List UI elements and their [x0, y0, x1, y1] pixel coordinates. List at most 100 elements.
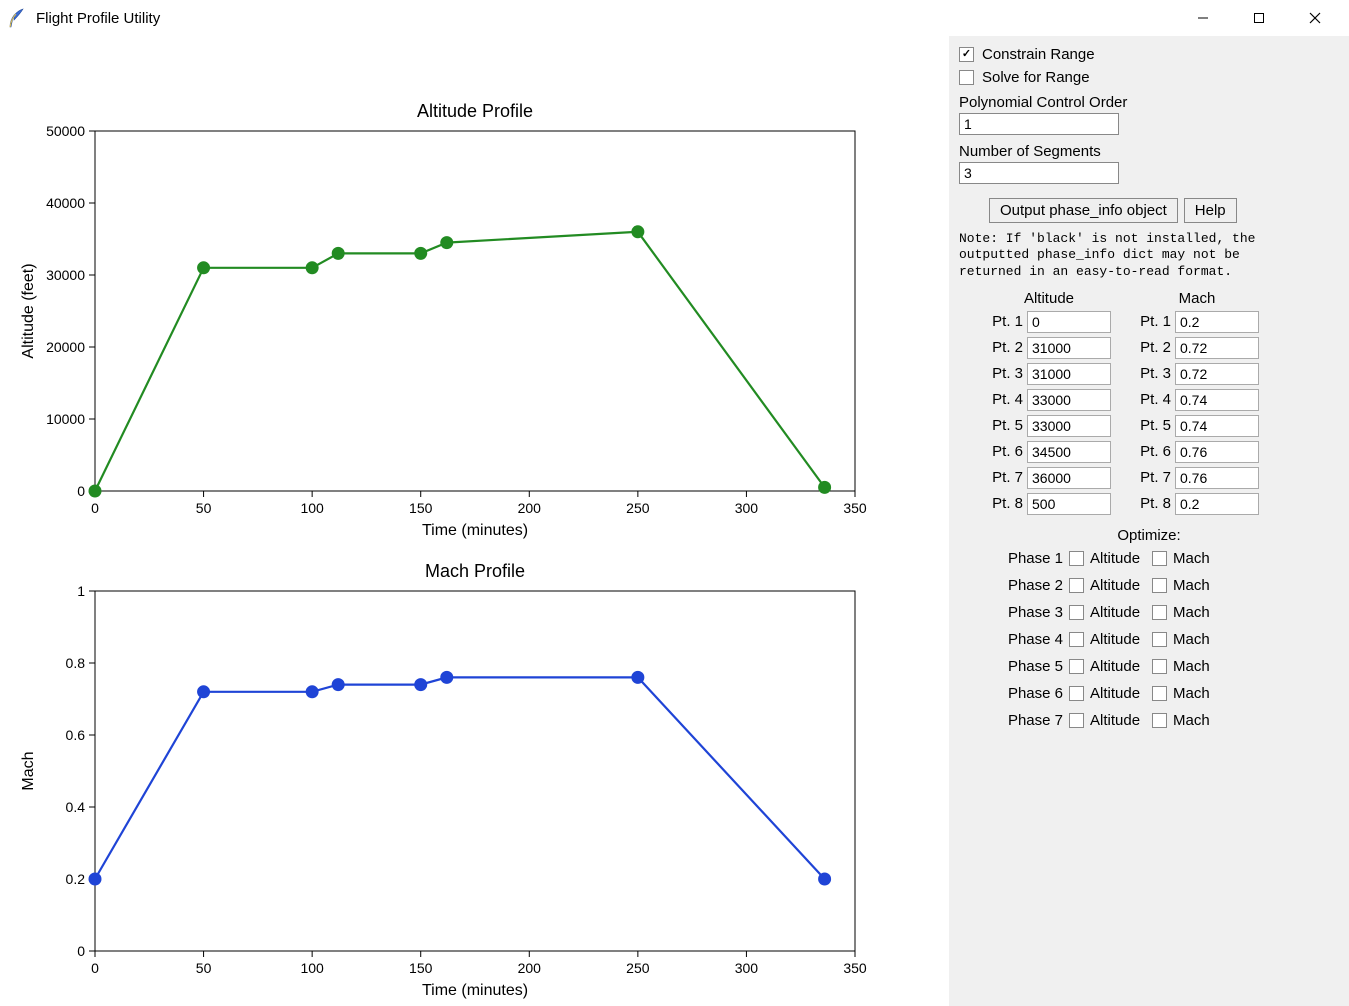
opt-mach-label: Mach	[1173, 604, 1210, 621]
phase-1-opt-altitude-checkbox[interactable]	[1069, 551, 1084, 566]
point-label: Pt. 3	[1135, 365, 1171, 382]
mach-point-row: Pt. 6	[1135, 441, 1259, 463]
opt-altitude-label: Altitude	[1090, 631, 1140, 648]
app-feather-icon	[6, 8, 26, 28]
phase-6-opt-mach-checkbox[interactable]	[1152, 686, 1167, 701]
close-button[interactable]	[1287, 0, 1343, 36]
svg-text:40000: 40000	[46, 195, 85, 211]
minimize-button[interactable]	[1175, 0, 1231, 36]
mach-point-input-6[interactable]	[1175, 441, 1259, 463]
point-label: Pt. 3	[987, 365, 1023, 382]
altitude-point-input-5[interactable]	[1027, 415, 1111, 437]
mach-point-input-5[interactable]	[1175, 415, 1259, 437]
svg-text:1: 1	[77, 583, 85, 599]
svg-text:50000: 50000	[46, 123, 85, 139]
point-label: Pt. 4	[1135, 391, 1171, 408]
phase-7-opt-mach-checkbox[interactable]	[1152, 713, 1167, 728]
mach-point-input-3[interactable]	[1175, 363, 1259, 385]
mach-point-input-1[interactable]	[1175, 311, 1259, 333]
altitude-point-input-7[interactable]	[1027, 467, 1111, 489]
svg-text:0.2: 0.2	[66, 871, 86, 887]
phase-5-opt-mach-checkbox[interactable]	[1152, 659, 1167, 674]
solve-range-checkbox[interactable]: Solve for Range	[959, 69, 1339, 86]
phase-4-opt-altitude-checkbox[interactable]	[1069, 632, 1084, 647]
point-label: Pt. 2	[1135, 339, 1171, 356]
phase-label: Phase 4	[1003, 631, 1063, 648]
phase-label: Phase 2	[1003, 577, 1063, 594]
altitude-point-input-6[interactable]	[1027, 441, 1111, 463]
output-phase-info-button[interactable]: Output phase_info object	[989, 198, 1178, 223]
charts-canvas[interactable]: 0501001502002503003500100002000030000400…	[0, 36, 949, 1006]
phase-3-opt-mach-checkbox[interactable]	[1152, 605, 1167, 620]
altitude-point-input-3[interactable]	[1027, 363, 1111, 385]
mach-point-row: Pt. 8	[1135, 493, 1259, 515]
phase-4-opt-mach-checkbox[interactable]	[1152, 632, 1167, 647]
maximize-button[interactable]	[1231, 0, 1287, 36]
svg-text:350: 350	[843, 500, 867, 516]
mach-point-input-4[interactable]	[1175, 389, 1259, 411]
opt-mach-label: Mach	[1173, 577, 1210, 594]
point-label: Pt. 1	[1135, 313, 1171, 330]
opt-mach-label: Mach	[1173, 658, 1210, 675]
svg-text:0: 0	[91, 500, 99, 516]
constrain-range-label: Constrain Range	[982, 46, 1095, 63]
window-title: Flight Profile Utility	[36, 10, 160, 27]
point-label: Pt. 7	[987, 469, 1023, 486]
opt-mach-label: Mach	[1173, 631, 1210, 648]
mach-point-input-2[interactable]	[1175, 337, 1259, 359]
opt-altitude-label: Altitude	[1090, 550, 1140, 567]
svg-text:Mach Profile: Mach Profile	[425, 561, 525, 581]
opt-altitude-label: Altitude	[1090, 685, 1140, 702]
phase-3-opt-altitude-checkbox[interactable]	[1069, 605, 1084, 620]
altitude-header: Altitude	[987, 290, 1111, 307]
svg-text:0: 0	[77, 483, 85, 499]
altitude-point-row: Pt. 7	[987, 467, 1111, 489]
mach-point-row: Pt. 5	[1135, 415, 1259, 437]
phase-2-opt-altitude-checkbox[interactable]	[1069, 578, 1084, 593]
phase-label: Phase 3	[1003, 604, 1063, 621]
num-segments-input[interactable]	[959, 162, 1119, 184]
opt-mach-label: Mach	[1173, 685, 1210, 702]
svg-text:Mach: Mach	[20, 751, 37, 790]
svg-text:50: 50	[196, 960, 212, 976]
point-label: Pt. 4	[987, 391, 1023, 408]
constrain-range-checkbox[interactable]: Constrain Range	[959, 46, 1339, 63]
altitude-point-row: Pt. 6	[987, 441, 1111, 463]
point-label: Pt. 6	[987, 443, 1023, 460]
point-label: Pt. 5	[1135, 417, 1171, 434]
phase-6-opt-altitude-checkbox[interactable]	[1069, 686, 1084, 701]
svg-text:250: 250	[626, 960, 650, 976]
phase-5-opt-altitude-checkbox[interactable]	[1069, 659, 1084, 674]
altitude-point-input-8[interactable]	[1027, 493, 1111, 515]
help-button[interactable]: Help	[1184, 198, 1237, 223]
opt-mach-label: Mach	[1173, 712, 1210, 729]
svg-text:0.4: 0.4	[66, 799, 86, 815]
phase-1-opt-mach-checkbox[interactable]	[1152, 551, 1167, 566]
altitude-point-row: Pt. 8	[987, 493, 1111, 515]
titlebar: Flight Profile Utility	[0, 0, 1349, 36]
mach-point-input-7[interactable]	[1175, 467, 1259, 489]
point-label: Pt. 8	[1135, 495, 1171, 512]
svg-text:Time (minutes): Time (minutes)	[422, 522, 528, 539]
optimize-phase-row: Phase 7AltitudeMach	[1003, 712, 1339, 729]
phase-label: Phase 7	[1003, 712, 1063, 729]
altitude-point-input-4[interactable]	[1027, 389, 1111, 411]
svg-text:300: 300	[735, 960, 759, 976]
optimize-phase-row: Phase 5AltitudeMach	[1003, 658, 1339, 675]
altitude-point-input-1[interactable]	[1027, 311, 1111, 333]
mach-point-input-8[interactable]	[1175, 493, 1259, 515]
phase-2-opt-mach-checkbox[interactable]	[1152, 578, 1167, 593]
num-segments-label: Number of Segments	[959, 143, 1339, 160]
poly-order-input[interactable]	[959, 113, 1119, 135]
solve-range-label: Solve for Range	[982, 69, 1090, 86]
optimize-header: Optimize:	[959, 527, 1339, 544]
mach-point-row: Pt. 1	[1135, 311, 1259, 333]
phase-7-opt-altitude-checkbox[interactable]	[1069, 713, 1084, 728]
altitude-point-input-2[interactable]	[1027, 337, 1111, 359]
opt-altitude-label: Altitude	[1090, 604, 1140, 621]
install-note: Note: If 'black' is not installed, the o…	[959, 231, 1339, 280]
svg-text:Altitude Profile: Altitude Profile	[417, 101, 533, 121]
svg-text:0: 0	[91, 960, 99, 976]
svg-text:Time (minutes): Time (minutes)	[422, 982, 528, 999]
mach-header: Mach	[1135, 290, 1259, 307]
